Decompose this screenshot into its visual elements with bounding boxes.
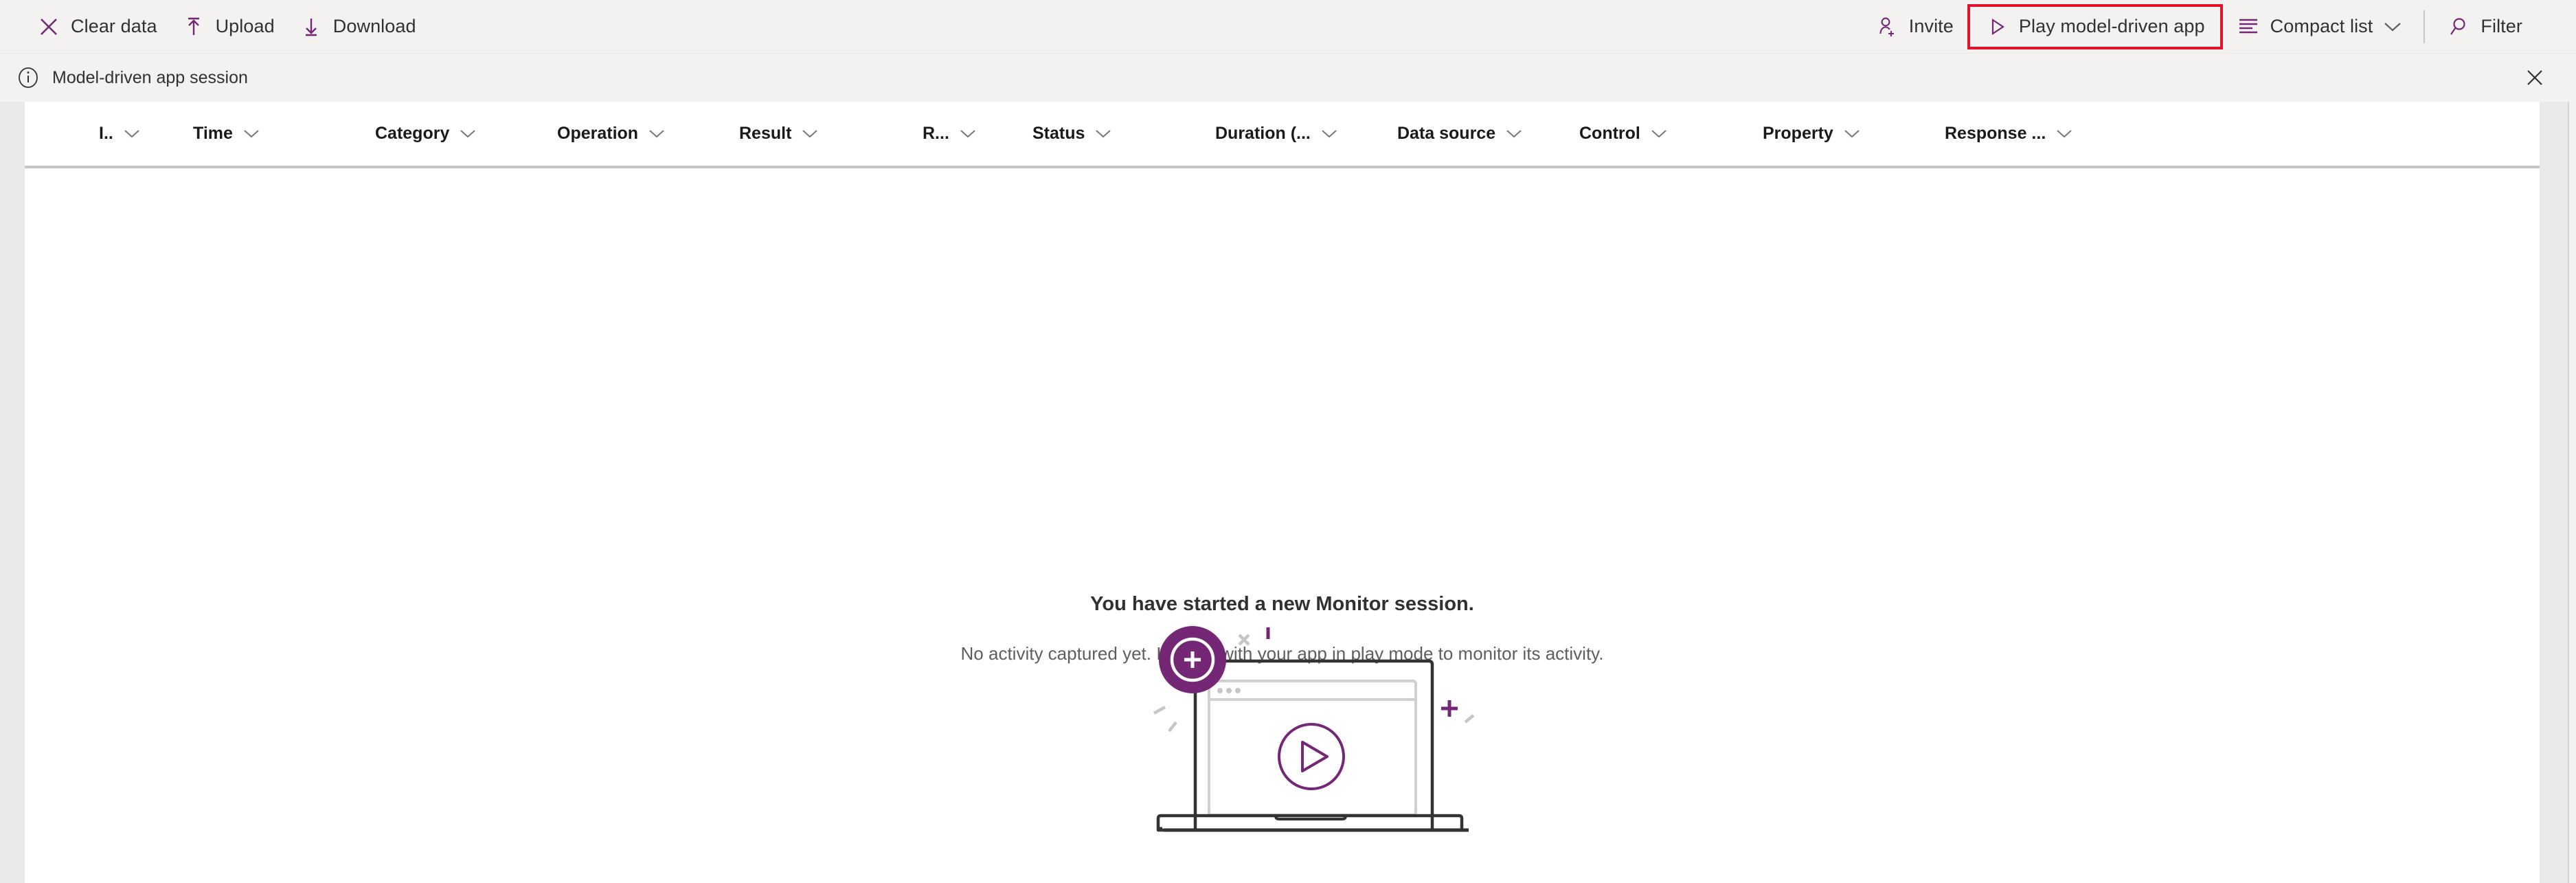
command-bar-left-group: Clear data Upload Download [0,5,429,48]
upload-icon [182,15,205,38]
grid-column-header-row: I.. Time Category Operation Result R... … [25,102,2540,168]
column-header-control[interactable]: Control [1579,102,1667,166]
filter-label: Filter [2481,16,2522,36]
column-header-property[interactable]: Property [1763,102,1860,166]
play-model-driven-app-button[interactable]: Play model-driven app [1967,3,2223,49]
download-icon [300,15,323,38]
column-header-label: I.. [99,124,113,143]
monitor-grid: I.. Time Category Operation Result R... … [25,102,2540,883]
upload-button[interactable]: Upload [170,5,287,48]
column-header-category[interactable]: Category [375,102,476,166]
close-icon[interactable] [2514,57,2555,98]
info-message-bar: Model-driven app session [0,53,2576,102]
column-header-label: Response ... [1945,124,2046,143]
column-header-label: Status [1032,124,1085,143]
chevron-down-icon [124,128,140,139]
play-model-driven-app-label: Play model-driven app [2018,16,2205,36]
column-header-r[interactable]: R... [923,102,976,166]
compact-list-label: Compact list [2270,16,2373,36]
upload-label: Upload [215,16,275,36]
chevron-down-icon [802,128,818,139]
info-circle-icon [14,63,43,92]
right-edge-gutter [2568,102,2576,883]
chevron-down-icon [1321,128,1337,139]
column-header-operation[interactable]: Operation [557,102,665,166]
column-header-label: Category [375,124,450,143]
invite-label: Invite [1908,16,1954,36]
empty-state: You have started a new Monitor session. … [25,168,2540,883]
column-header-time[interactable]: Time [193,102,260,166]
compact-list-button[interactable]: Compact list [2224,5,2415,48]
column-header-label: Duration (... [1215,124,1311,143]
column-header-status[interactable]: Status [1032,102,1111,166]
chevron-down-icon [2056,128,2072,139]
download-button[interactable]: Download [287,5,429,48]
search-magnifier-icon [2447,15,2470,38]
chevron-down-icon [1651,128,1667,139]
list-lines-icon [2237,15,2260,38]
download-label: Download [332,16,416,36]
clear-data-button[interactable]: Clear data [25,5,170,48]
chevron-down-icon [1844,128,1860,139]
column-header-label: Property [1763,124,1833,143]
invite-button[interactable]: Invite [1863,5,1966,48]
column-header-label: R... [923,124,949,143]
toolbar-divider [2424,10,2426,43]
column-header-label: Control [1579,124,1640,143]
play-triangle-icon [1985,15,2009,38]
column-header-label: Data source [1397,124,1496,143]
column-header-data-source[interactable]: Data source [1397,102,1522,166]
laptop-play-button-illustration [1124,609,1509,836]
column-header-duration[interactable]: Duration (... [1215,102,1337,166]
chevron-down-icon [1095,128,1111,139]
column-header-id[interactable]: I.. [99,102,140,166]
info-message-text: Model-driven app session [52,67,248,87]
clear-data-label: Clear data [71,16,157,36]
chevron-down-icon [648,128,665,139]
column-header-label: Result [739,124,792,143]
invite-person-add-icon [1875,15,1899,38]
command-bar-right-group: Invite Play model-driven app Compact lis… [1863,3,2576,49]
chevron-down-icon [2384,21,2402,32]
column-header-label: Operation [557,124,639,143]
chevron-down-icon [243,128,260,139]
grid-region: I.. Time Category Operation Result R... … [0,102,2576,883]
column-header-result[interactable]: Result [739,102,818,166]
column-header-response[interactable]: Response ... [1945,102,2072,166]
chevron-down-icon [460,128,476,139]
clear-data-icon [37,15,60,38]
chevron-down-icon [960,128,976,139]
command-bar: Clear data Upload Download Invite Play m… [0,0,2576,53]
column-header-label: Time [193,124,233,143]
chevron-down-icon [1506,128,1522,139]
filter-button[interactable]: Filter [2434,5,2535,48]
